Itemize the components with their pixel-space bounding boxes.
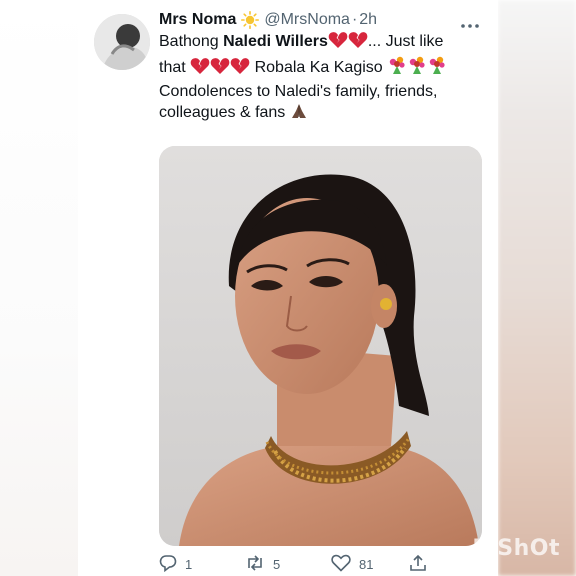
tweet-text: Bathong Naledi Willers... Just like that… — [159, 31, 479, 126]
tweet-header: Mrs Noma @MrsNoma · 2h — [159, 9, 488, 31]
reply-icon — [159, 554, 177, 575]
broken-heart-icon — [230, 57, 250, 81]
bouquet-icon — [387, 55, 407, 81]
tweet-card[interactable]: Mrs Noma @MrsNoma · 2h Bathong Naledi Wi… — [80, 0, 498, 576]
tweet-line-2: that Robala Ka Kagiso — [159, 55, 479, 81]
retweet-button[interactable]: 5 — [245, 554, 280, 575]
display-name[interactable]: Mrs Noma — [159, 11, 236, 29]
share-button[interactable] — [409, 554, 427, 575]
bouquet-icon — [427, 55, 447, 81]
tweet-line-1: Bathong Naledi Willers... Just like — [159, 31, 479, 55]
share-icon — [409, 554, 427, 575]
handle[interactable]: @MrsNoma — [264, 11, 350, 29]
bouquet-icon — [407, 55, 427, 81]
retweet-count: 5 — [273, 557, 281, 572]
broken-heart-icon — [348, 31, 368, 55]
reply-button[interactable]: 1 — [159, 554, 192, 575]
sun-icon — [241, 11, 260, 30]
broken-heart-icon — [328, 31, 348, 55]
like-count: 81 — [359, 557, 374, 572]
folded-hands-icon — [290, 102, 308, 126]
background-left — [0, 0, 78, 576]
avatar[interactable] — [94, 14, 150, 70]
watermark-logo: InShOt — [472, 536, 560, 561]
broken-heart-icon — [190, 57, 210, 81]
like-button[interactable]: 81 — [331, 554, 373, 575]
background-right — [498, 0, 576, 576]
mentioned-name: Naledi Willers — [223, 33, 328, 50]
tweet-photo[interactable] — [159, 146, 482, 546]
heart-icon — [331, 554, 351, 575]
reply-count: 1 — [185, 557, 193, 572]
retweet-icon — [245, 554, 265, 575]
tweet-line-3: Condolences to Naledi's family, friends, — [159, 83, 438, 100]
tweet-line-4: colleagues & fans — [159, 102, 479, 126]
tweet-actions: 1 5 81 — [159, 552, 489, 576]
separator: · — [351, 11, 358, 28]
more-options-icon[interactable] — [460, 16, 480, 28]
timestamp[interactable]: 2h — [359, 11, 377, 29]
broken-heart-icon — [210, 57, 230, 81]
